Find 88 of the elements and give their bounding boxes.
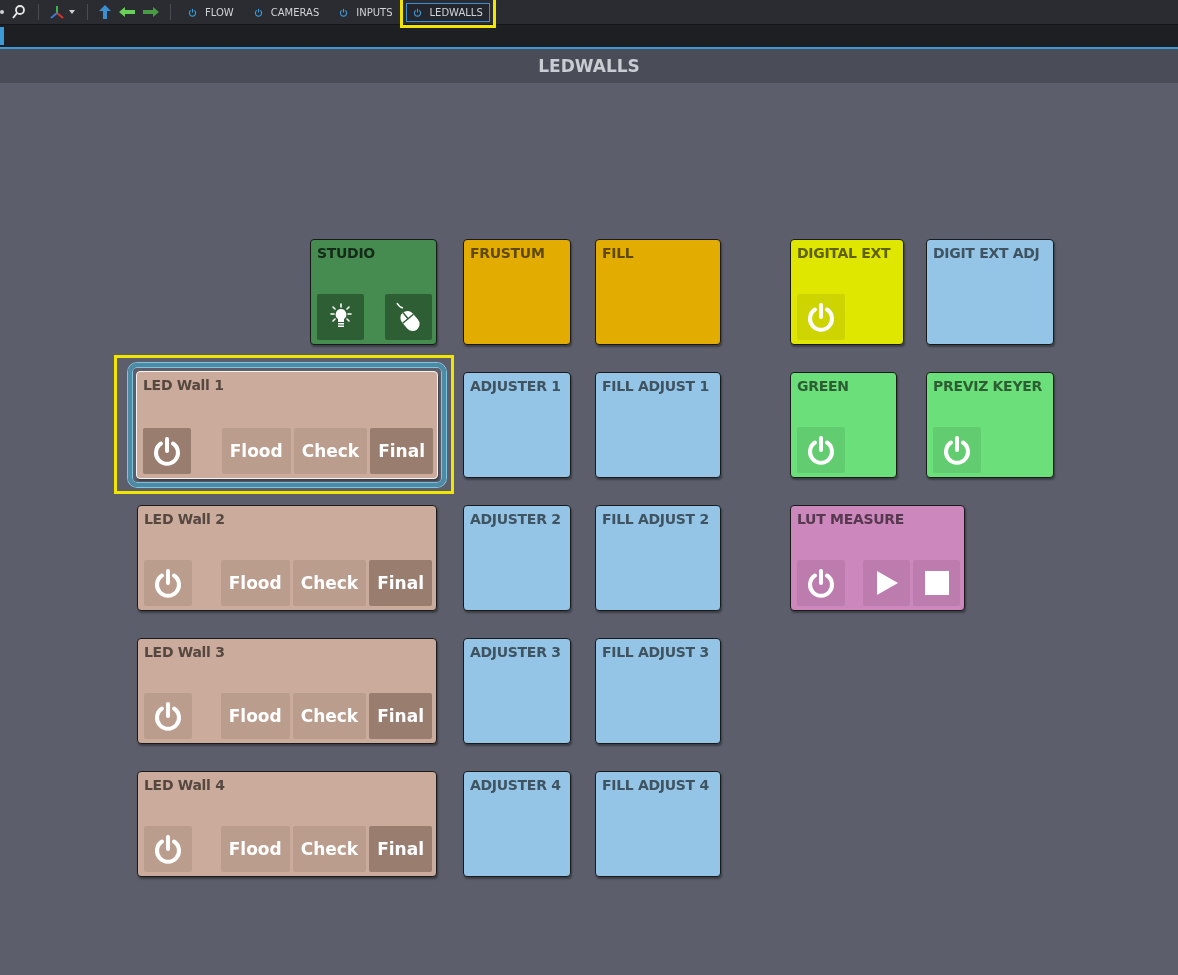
- power-button[interactable]: [143, 428, 191, 474]
- mode-button[interactable]: Final: [369, 693, 432, 739]
- power-button[interactable]: [144, 693, 192, 739]
- control-tile[interactable]: LED Wall 3 Flood Check Final: [137, 638, 437, 744]
- power-button[interactable]: [797, 560, 845, 606]
- power-icon: [412, 7, 422, 17]
- page-title: LEDWALLS: [538, 56, 640, 76]
- mode-button[interactable]: Flood: [220, 826, 290, 872]
- tile-title: ADJUSTER 2: [470, 511, 562, 527]
- left-arrow-icon[interactable]: [118, 6, 136, 18]
- mode-button[interactable]: Flood: [221, 428, 291, 474]
- power-icon: [805, 567, 837, 599]
- control-tile[interactable]: ADJUSTER 4: [463, 771, 571, 877]
- mode-button[interactable]: Check: [293, 428, 368, 474]
- control-tile[interactable]: STUDIO: [310, 239, 437, 345]
- view-tab[interactable]: CAMERAS: [246, 2, 327, 22]
- control-tile[interactable]: FRUSTUM: [463, 239, 571, 345]
- tile-title: LED Wall 3: [144, 644, 226, 660]
- control-tile[interactable]: FILL ADJUST 4: [595, 771, 721, 877]
- search-icon[interactable]: [0, 4, 28, 20]
- scrollbar-thumb[interactable]: [0, 27, 4, 45]
- light-button[interactable]: [317, 294, 364, 340]
- tile-title: ADJUSTER 4: [470, 777, 562, 793]
- mode-button[interactable]: Check: [292, 693, 367, 739]
- control-tile[interactable]: FILL: [595, 239, 721, 345]
- control-tile[interactable]: ADJUSTER 1: [463, 372, 571, 478]
- tile-title: FRUSTUM: [470, 245, 546, 261]
- mode-button[interactable]: Check: [292, 560, 367, 606]
- control-tile[interactable]: LED Wall 4 Flood Check Final: [137, 771, 437, 877]
- power-icon: [152, 833, 184, 865]
- tile-title: ADJUSTER 3: [470, 644, 562, 660]
- mode-button[interactable]: Final: [369, 560, 432, 606]
- tile-title: FILL: [602, 245, 635, 261]
- tile-title: LED Wall 2: [144, 511, 226, 527]
- control-tile[interactable]: LED Wall 1 Flood Check Final: [136, 371, 438, 479]
- power-button[interactable]: [933, 427, 981, 473]
- power-icon: [805, 434, 837, 466]
- control-tile[interactable]: FILL ADJUST 1: [595, 372, 721, 478]
- tile-title: FILL ADJUST 1: [602, 378, 710, 394]
- tile-title: FILL ADJUST 2: [602, 511, 710, 527]
- tile-title: PREVIZ KEYER: [933, 378, 1043, 394]
- power-icon: [152, 700, 184, 732]
- mode-button[interactable]: Check: [292, 826, 367, 872]
- control-tile[interactable]: LUT MEASURE: [790, 505, 965, 611]
- view-tab[interactable]: FLOW: [181, 2, 241, 22]
- mouse-button[interactable]: [385, 294, 432, 340]
- tile-title: LED Wall 1: [143, 377, 225, 393]
- power-icon: [941, 434, 973, 466]
- control-tile[interactable]: GREEN: [790, 372, 897, 478]
- control-tile[interactable]: ADJUSTER 3: [463, 638, 571, 744]
- control-tile[interactable]: FILL ADJUST 3: [595, 638, 721, 744]
- power-icon: [152, 567, 184, 599]
- mode-button[interactable]: Flood: [220, 560, 290, 606]
- up-arrow-icon[interactable]: [98, 4, 112, 20]
- power-icon: [188, 7, 197, 17]
- mode-button[interactable]: Flood: [220, 693, 290, 739]
- right-arrow-icon[interactable]: [142, 6, 160, 18]
- stop-button[interactable]: [913, 560, 960, 606]
- tile-title: GREEN: [797, 378, 850, 394]
- tile-title: DIGIT EXT ADJ: [933, 245, 1041, 261]
- tile-title: LED Wall 4: [144, 777, 226, 793]
- mode-button[interactable]: Final: [369, 826, 432, 872]
- tile-title: FILL ADJUST 4: [602, 777, 710, 793]
- tile-title: DIGITAL EXT: [797, 245, 892, 261]
- tile-title: STUDIO: [317, 245, 376, 261]
- view-tab[interactable]: INPUTS: [332, 2, 400, 22]
- control-tile[interactable]: PREVIZ KEYER: [926, 372, 1054, 478]
- power-icon: [151, 435, 183, 467]
- control-tile[interactable]: DIGITAL EXT: [790, 239, 904, 345]
- control-tile[interactable]: DIGIT EXT ADJ: [926, 239, 1054, 345]
- tile-title: LUT MEASURE: [797, 511, 906, 527]
- power-button[interactable]: [797, 294, 845, 340]
- power-icon: [339, 7, 349, 17]
- tile-title: ADJUSTER 1: [470, 378, 562, 394]
- power-button[interactable]: [144, 826, 192, 872]
- play-icon: [874, 570, 899, 596]
- mode-button[interactable]: Final: [370, 428, 433, 474]
- power-button[interactable]: [144, 560, 192, 606]
- stop-icon: [924, 571, 949, 595]
- power-icon: [253, 7, 263, 17]
- power-button[interactable]: [797, 427, 845, 473]
- play-button[interactable]: [863, 560, 910, 606]
- power-icon: [805, 301, 837, 333]
- control-tile[interactable]: FILL ADJUST 2: [595, 505, 721, 611]
- axes-icon[interactable]: [49, 4, 77, 20]
- control-tile[interactable]: LED Wall 2 Flood Check Final: [137, 505, 437, 611]
- tile-title: FILL ADJUST 3: [602, 644, 710, 660]
- control-tile[interactable]: ADJUSTER 2: [463, 505, 571, 611]
